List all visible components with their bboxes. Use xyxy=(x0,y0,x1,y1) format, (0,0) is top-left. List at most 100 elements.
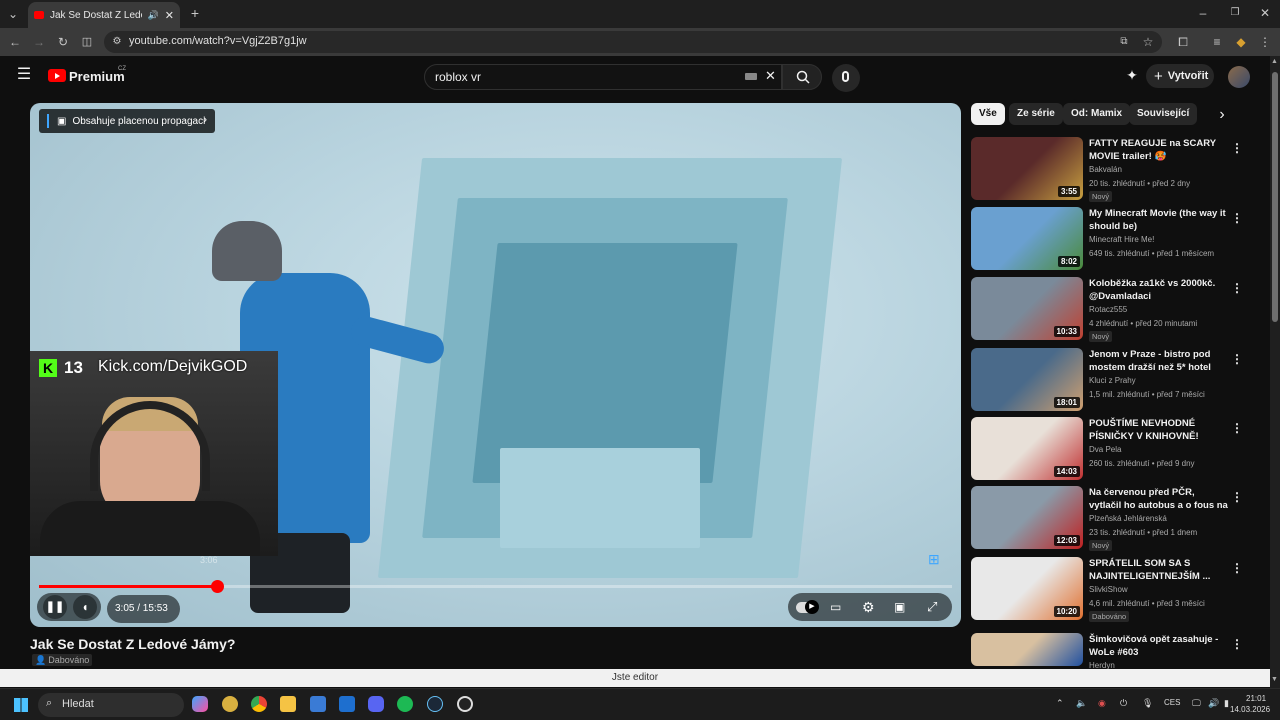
channel-name[interactable]: SlivkiShow xyxy=(1089,585,1128,594)
chip-all[interactable]: Vše xyxy=(971,103,1005,125)
video-title[interactable]: POUŠTÍME NEVHODNÉ PÍSNIČKY V KNIHOVNĚ! xyxy=(1089,417,1229,443)
more-options-icon[interactable]: ⋮ xyxy=(1231,421,1243,435)
chip-related[interactable]: Související xyxy=(1129,103,1198,125)
video-title[interactable]: Šimkovičová opět zasahuje - WoLe #603 xyxy=(1089,633,1229,659)
reload-icon[interactable]: ↻ xyxy=(56,35,70,49)
page-scrollbar[interactable]: ▲ ▼ xyxy=(1270,56,1280,688)
recommendation-item[interactable]: 18:01 Jenom v Praze - bistro pod mostem … xyxy=(971,348,1261,412)
tray-mic-icon[interactable]: 🎙 xyxy=(1142,698,1153,709)
channel-name[interactable]: Bakvalán xyxy=(1089,165,1122,174)
hamburger-menu-icon[interactable]: ☰ xyxy=(16,67,32,83)
recommendation-item[interactable]: 10:33 Koloběžka za1kč vs 2000kč. @Dvamla… xyxy=(971,277,1261,342)
scroll-up-icon[interactable]: ▲ xyxy=(1271,58,1278,65)
paid-promotion-badge[interactable]: ▣ Obsahuje placenou propagaci › xyxy=(39,109,215,133)
spotify-icon[interactable] xyxy=(397,696,413,712)
user-avatar[interactable] xyxy=(1228,66,1250,88)
bookmark-star-icon[interactable]: ☆ xyxy=(1142,35,1154,49)
settings-gear-icon[interactable]: ⚙ xyxy=(862,599,875,616)
forward-icon[interactable]: → xyxy=(32,35,46,49)
logo-text[interactable]: Premium xyxy=(69,69,125,84)
video-title[interactable]: Jenom v Praze - bistro pod mostem dražší… xyxy=(1089,348,1229,374)
video-thumbnail[interactable]: 3:55 xyxy=(971,137,1083,200)
progress-handle[interactable] xyxy=(211,580,225,593)
tab-list-icon[interactable]: ⌄ xyxy=(6,7,20,21)
extensions-icon[interactable]: ⧠ xyxy=(1176,35,1190,49)
install-app-icon[interactable]: ⧉ xyxy=(1118,35,1130,49)
search-button[interactable] xyxy=(782,64,822,90)
recommendation-item[interactable]: 12:03 Na červenou před PČR, vytlačil ho … xyxy=(971,486,1261,551)
copilot-icon[interactable] xyxy=(192,696,208,712)
recommendation-item[interactable]: 14:03 POUŠTÍME NEVHODNÉ PÍSNIČKY V KNIHO… xyxy=(971,417,1261,481)
pause-icon[interactable]: ❚❚ xyxy=(43,595,67,619)
search-input[interactable]: roblox vr ✕ xyxy=(424,64,782,90)
tray-overflow-icon[interactable]: ⌃ xyxy=(1056,698,1064,709)
steam-icon[interactable] xyxy=(427,696,443,712)
battery-icon[interactable]: ▮ xyxy=(1224,698,1229,709)
discord-icon[interactable] xyxy=(368,696,384,712)
theater-mode-icon[interactable]: ▣ xyxy=(894,600,905,614)
video-thumbnail[interactable]: 10:20 xyxy=(971,557,1083,620)
shield-icon[interactable]: ◆ xyxy=(1234,35,1248,49)
site-info-icon[interactable]: ⚙ xyxy=(111,35,123,49)
restore-icon[interactable]: ❐ xyxy=(1228,6,1242,20)
back-icon[interactable]: ← xyxy=(8,35,22,49)
youtube-logo-icon[interactable] xyxy=(48,69,66,82)
channel-name[interactable]: Rotacz555 xyxy=(1089,305,1127,314)
video-player[interactable]: ▣ Obsahuje placenou propagaci › K 13 Kic… xyxy=(30,103,961,627)
tray-app-icon[interactable]: ◉ xyxy=(1098,698,1106,709)
fullscreen-icon[interactable]: ⤢ xyxy=(927,599,937,615)
chrome-icon[interactable] xyxy=(251,696,267,712)
clock-time[interactable]: 21:01 xyxy=(1246,694,1266,703)
clear-search-icon[interactable]: ✕ xyxy=(765,68,776,84)
volume-icon[interactable]: ◖ xyxy=(73,595,97,619)
mail-icon[interactable] xyxy=(339,696,355,712)
address-bar[interactable]: ⚙ youtube.com/watch?v=VgjZ2B7g1jw ⧉ ☆ xyxy=(104,31,1162,53)
more-options-icon[interactable]: ⋮ xyxy=(1231,211,1243,225)
volume-tray-icon[interactable]: 🔈 xyxy=(1076,698,1087,709)
new-tab-icon[interactable]: + xyxy=(188,6,202,20)
language-indicator[interactable]: CES xyxy=(1164,698,1180,707)
annotation-icon[interactable]: ⊞ xyxy=(928,551,940,568)
store-icon[interactable] xyxy=(310,696,326,712)
video-thumbnail[interactable]: 10:33 xyxy=(971,277,1083,340)
recommendation-item[interactable]: Šimkovičová opět zasahuje - WoLe #603 He… xyxy=(971,633,1261,670)
channel-name[interactable]: Dva Pela xyxy=(1089,445,1121,454)
dev-tool-icon[interactable] xyxy=(222,696,238,712)
chip-series[interactable]: Ze série xyxy=(1009,103,1063,125)
scroll-down-icon[interactable]: ▼ xyxy=(1271,676,1278,683)
chat-bubble-icon[interactable]: ✦ xyxy=(1124,68,1140,82)
subtitles-icon[interactable]: ▭ xyxy=(830,600,841,614)
video-thumbnail[interactable] xyxy=(971,633,1083,666)
progress-bar[interactable] xyxy=(39,580,952,593)
minimize-icon[interactable]: – xyxy=(1196,6,1210,20)
video-title[interactable]: FATTY REAGUJE na SCARY MOVIE trailer! 🥵 xyxy=(1089,137,1229,163)
more-options-icon[interactable]: ⋮ xyxy=(1231,561,1243,575)
recommendation-item[interactable]: 10:20 SPRÁTELIL SOM SA S NAJINTELIGENTNE… xyxy=(971,557,1261,622)
speaker-icon[interactable]: 🔊 xyxy=(1208,698,1219,709)
scrollbar-thumb[interactable] xyxy=(1272,72,1278,322)
menu-kebab-icon[interactable]: ⋮ xyxy=(1258,35,1272,49)
video-title[interactable]: Koloběžka za1kč vs 2000kč. @Dvamladaci xyxy=(1089,277,1229,303)
channel-name[interactable]: Kluci z Prahy xyxy=(1089,376,1136,385)
more-options-icon[interactable]: ⋮ xyxy=(1231,281,1243,295)
taskbar-search[interactable]: ⌕ Hledat xyxy=(38,693,184,717)
video-title[interactable]: SPRÁTELIL SOM SA S NAJINTELIGENTNEJŠÍM .… xyxy=(1089,557,1229,583)
tray-usb-icon[interactable]: ⏻ xyxy=(1120,698,1127,709)
clock-date[interactable]: 14.03.2026 xyxy=(1230,705,1270,714)
audio-icon[interactable]: 🔊 xyxy=(148,10,159,21)
split-view-icon[interactable]: ◫ xyxy=(80,35,94,49)
video-thumbnail[interactable]: 12:03 xyxy=(971,486,1083,549)
channel-name[interactable]: Minecraft Hire Me! xyxy=(1089,235,1154,244)
file-explorer-icon[interactable] xyxy=(280,696,296,712)
video-title[interactable]: My Minecraft Movie (the way it should be… xyxy=(1089,207,1229,233)
close-tab-icon[interactable]: ✕ xyxy=(165,9,174,22)
video-title[interactable]: Na červenou před PČR, vytlačil ho autobu… xyxy=(1089,486,1229,513)
more-options-icon[interactable]: ⋮ xyxy=(1231,352,1243,366)
network-icon[interactable]: 🖵 xyxy=(1192,698,1201,709)
video-thumbnail[interactable]: 8:02 xyxy=(971,207,1083,270)
create-button[interactable]: + Vytvořit xyxy=(1146,64,1214,88)
more-options-icon[interactable]: ⋮ xyxy=(1231,141,1243,155)
video-thumbnail[interactable]: 18:01 xyxy=(971,348,1083,411)
recommendation-item[interactable]: 8:02 My Minecraft Movie (the way it shou… xyxy=(971,207,1261,271)
chip-from-channel[interactable]: Od: Mamix xyxy=(1063,103,1131,125)
